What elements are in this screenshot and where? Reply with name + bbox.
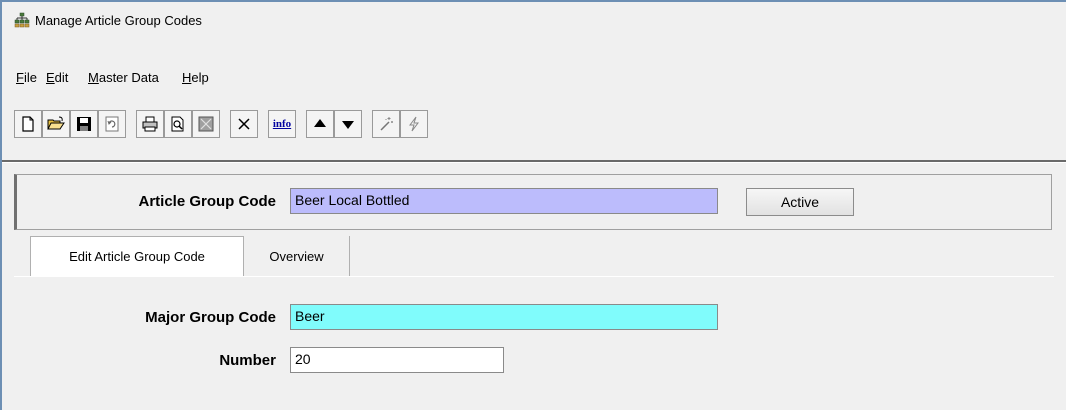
save-icon xyxy=(77,117,91,131)
lightning-button[interactable] xyxy=(400,110,428,138)
tab-strip-baseline xyxy=(14,276,1054,277)
wizard-button[interactable] xyxy=(372,110,400,138)
toolbar-separator-highlight xyxy=(2,162,1066,163)
print-button[interactable] xyxy=(136,110,164,138)
major-group-code-label: Major Group Code xyxy=(145,309,276,326)
menu-file[interactable]: File xyxy=(16,70,37,85)
refresh-icon xyxy=(105,116,119,132)
toolbar: info xyxy=(2,110,1066,150)
window-border-left xyxy=(0,0,2,410)
magic-wand-icon xyxy=(380,117,393,131)
delete-icon xyxy=(238,118,250,130)
save-button[interactable] xyxy=(70,110,98,138)
arrow-up-icon xyxy=(314,119,326,127)
open-folder-icon xyxy=(47,116,65,130)
info-button[interactable]: info xyxy=(268,110,296,138)
number-field[interactable]: 20 xyxy=(290,347,504,373)
active-button[interactable]: Active xyxy=(746,188,854,216)
menu-help[interactable]: Help xyxy=(182,70,209,85)
tab-edit-article-group-code[interactable]: Edit Article Group Code xyxy=(30,236,244,276)
menu-master-data[interactable]: Master Data xyxy=(88,70,159,85)
article-group-code-field[interactable]: Beer Local Bottled xyxy=(290,188,718,214)
new-icon xyxy=(22,116,34,132)
refresh-button[interactable] xyxy=(98,110,126,138)
export-icon xyxy=(198,116,214,132)
window-title: Manage Article Group Codes xyxy=(35,12,202,28)
info-icon: info xyxy=(272,118,292,130)
menu-edit[interactable]: Edit xyxy=(46,70,68,85)
title-bar: Manage Article Group Codes xyxy=(2,2,1066,38)
print-icon xyxy=(142,116,158,132)
number-label: Number xyxy=(219,352,276,369)
export-button[interactable] xyxy=(192,110,220,138)
menu-bar: File Edit Master Data Help xyxy=(2,70,1066,92)
tab-overview[interactable]: Overview xyxy=(244,236,350,276)
print-preview-icon xyxy=(171,116,184,132)
move-up-button[interactable] xyxy=(306,110,334,138)
arrow-down-icon xyxy=(342,121,354,129)
hierarchy-icon xyxy=(14,12,30,28)
article-group-code-label: Article Group Code xyxy=(138,193,276,210)
print-preview-button[interactable] xyxy=(164,110,192,138)
lightning-icon xyxy=(409,116,419,132)
major-group-code-field[interactable]: Beer xyxy=(290,304,718,330)
new-button[interactable] xyxy=(14,110,42,138)
open-button[interactable] xyxy=(42,110,70,138)
delete-button[interactable] xyxy=(230,110,258,138)
move-down-button[interactable] xyxy=(334,110,362,138)
